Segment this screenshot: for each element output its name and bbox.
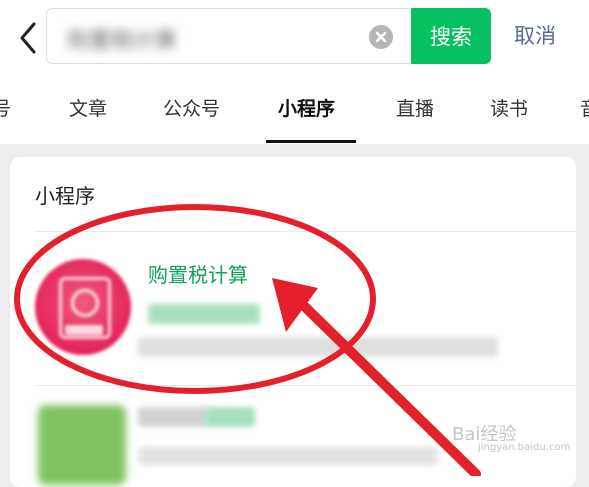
- annotation-overlay: [14, 204, 481, 476]
- watermark-url: jingyan.baidu.com: [478, 442, 571, 453]
- pointer-arrow-head: [272, 278, 318, 332]
- pointer-arrow-shaft: [295, 297, 481, 476]
- highlight-ellipse: [14, 204, 376, 394]
